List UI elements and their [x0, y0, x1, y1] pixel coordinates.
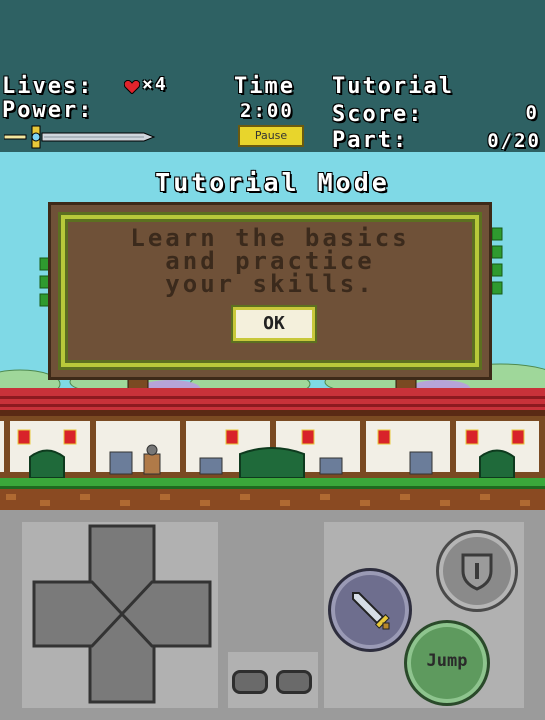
ok-button[interactable]: OK	[233, 307, 315, 341]
attack-button[interactable]	[328, 568, 412, 652]
pause-button[interactable]: Pause	[238, 125, 304, 147]
jump-button[interactable]: Jump	[404, 620, 490, 706]
hud-bar: Lives: ×4 Power: Time 2:00 Pause Tutoria…	[0, 0, 545, 153]
shield-icon	[461, 553, 493, 591]
board-message: Learn the basics and practice your skill…	[130, 224, 410, 298]
dpad	[32, 524, 212, 704]
tutorial-mode-title: Tutorial Mode	[155, 168, 390, 197]
game-scene: Tutorial Mode Learn the basics and pract…	[0, 152, 545, 510]
message-board: Learn the basics and practice your skill…	[48, 202, 492, 380]
time-value: 2:00	[240, 100, 294, 122]
lives-label: Lives:	[2, 74, 94, 99]
shield-button[interactable]	[436, 530, 518, 612]
lives-count: ×4	[142, 74, 168, 95]
part-value: 0/20	[487, 130, 541, 152]
part-label: Part:	[332, 128, 409, 153]
time-label: Time	[234, 74, 295, 99]
power-label: Power:	[2, 98, 94, 123]
score-label: Score:	[332, 102, 424, 127]
controller-area: Jump	[0, 510, 545, 720]
mode-label: Tutorial	[332, 74, 454, 99]
jump-label: Jump	[426, 651, 468, 671]
sword-icon	[4, 125, 156, 149]
sword-icon	[352, 592, 390, 630]
start-button[interactable]	[276, 670, 312, 694]
score-value: 0	[525, 102, 539, 124]
select-button[interactable]	[232, 670, 268, 694]
heart-icon	[124, 80, 140, 94]
